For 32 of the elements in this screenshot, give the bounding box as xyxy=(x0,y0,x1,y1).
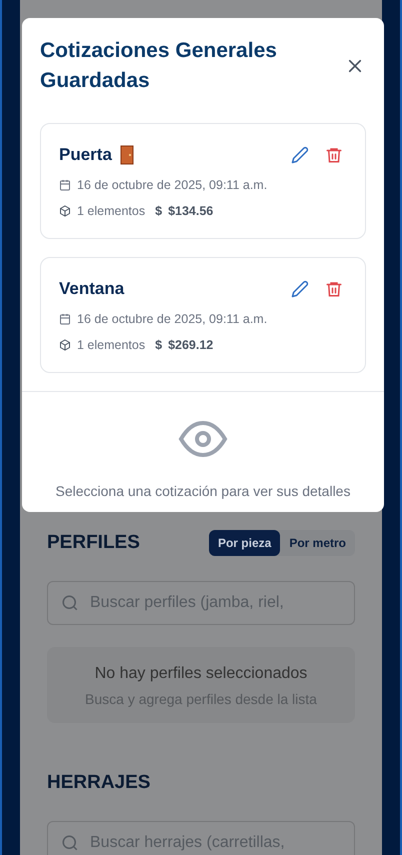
dollar-icon: $ xyxy=(155,338,162,352)
close-button[interactable] xyxy=(346,57,364,75)
quote-name: Puerta xyxy=(59,145,112,165)
door-icon xyxy=(120,145,134,165)
edit-button[interactable] xyxy=(291,146,309,164)
search-field[interactable]: Buscar perfiles (jamba, riel, xyxy=(47,581,355,625)
quote-total: $269.12 xyxy=(168,338,214,352)
search-icon xyxy=(61,834,79,852)
eye-icon xyxy=(178,419,228,459)
edit-button[interactable] xyxy=(291,280,309,298)
section-title: HERRAJES xyxy=(47,772,150,794)
delete-button[interactable] xyxy=(325,146,343,164)
item-count: 1 elementos xyxy=(77,204,146,218)
item-count: 1 elementos xyxy=(77,338,146,352)
package-icon xyxy=(59,339,71,351)
quote-total: $134.56 xyxy=(168,204,214,218)
modal-title: Cotizaciones Generales Guardadas xyxy=(40,38,278,94)
empty-title: No hay perfiles seleccionados xyxy=(94,665,308,683)
calendar-icon xyxy=(59,179,71,191)
empty-message: Selecciona una cotización para ver sus detalles xyxy=(56,483,350,499)
dollar-icon: $ xyxy=(155,204,162,218)
quote-date: 16 de octubre de 2025, 09:11 a.m. xyxy=(77,312,268,326)
delete-button[interactable] xyxy=(325,280,343,298)
package-icon xyxy=(59,205,71,217)
calendar-icon xyxy=(59,313,71,325)
unit-toggle-option[interactable]: Por metro xyxy=(280,530,355,556)
search-icon xyxy=(61,594,79,612)
unit-toggle-option[interactable]: Por pieza xyxy=(208,530,280,556)
section-title: PERFILES xyxy=(47,532,140,554)
quote-name: Ventana xyxy=(59,279,124,299)
search-field[interactable]: Buscar herrajes (carretillas, xyxy=(47,821,355,855)
quote-date: 16 de octubre de 2025, 09:11 a.m. xyxy=(77,178,268,192)
